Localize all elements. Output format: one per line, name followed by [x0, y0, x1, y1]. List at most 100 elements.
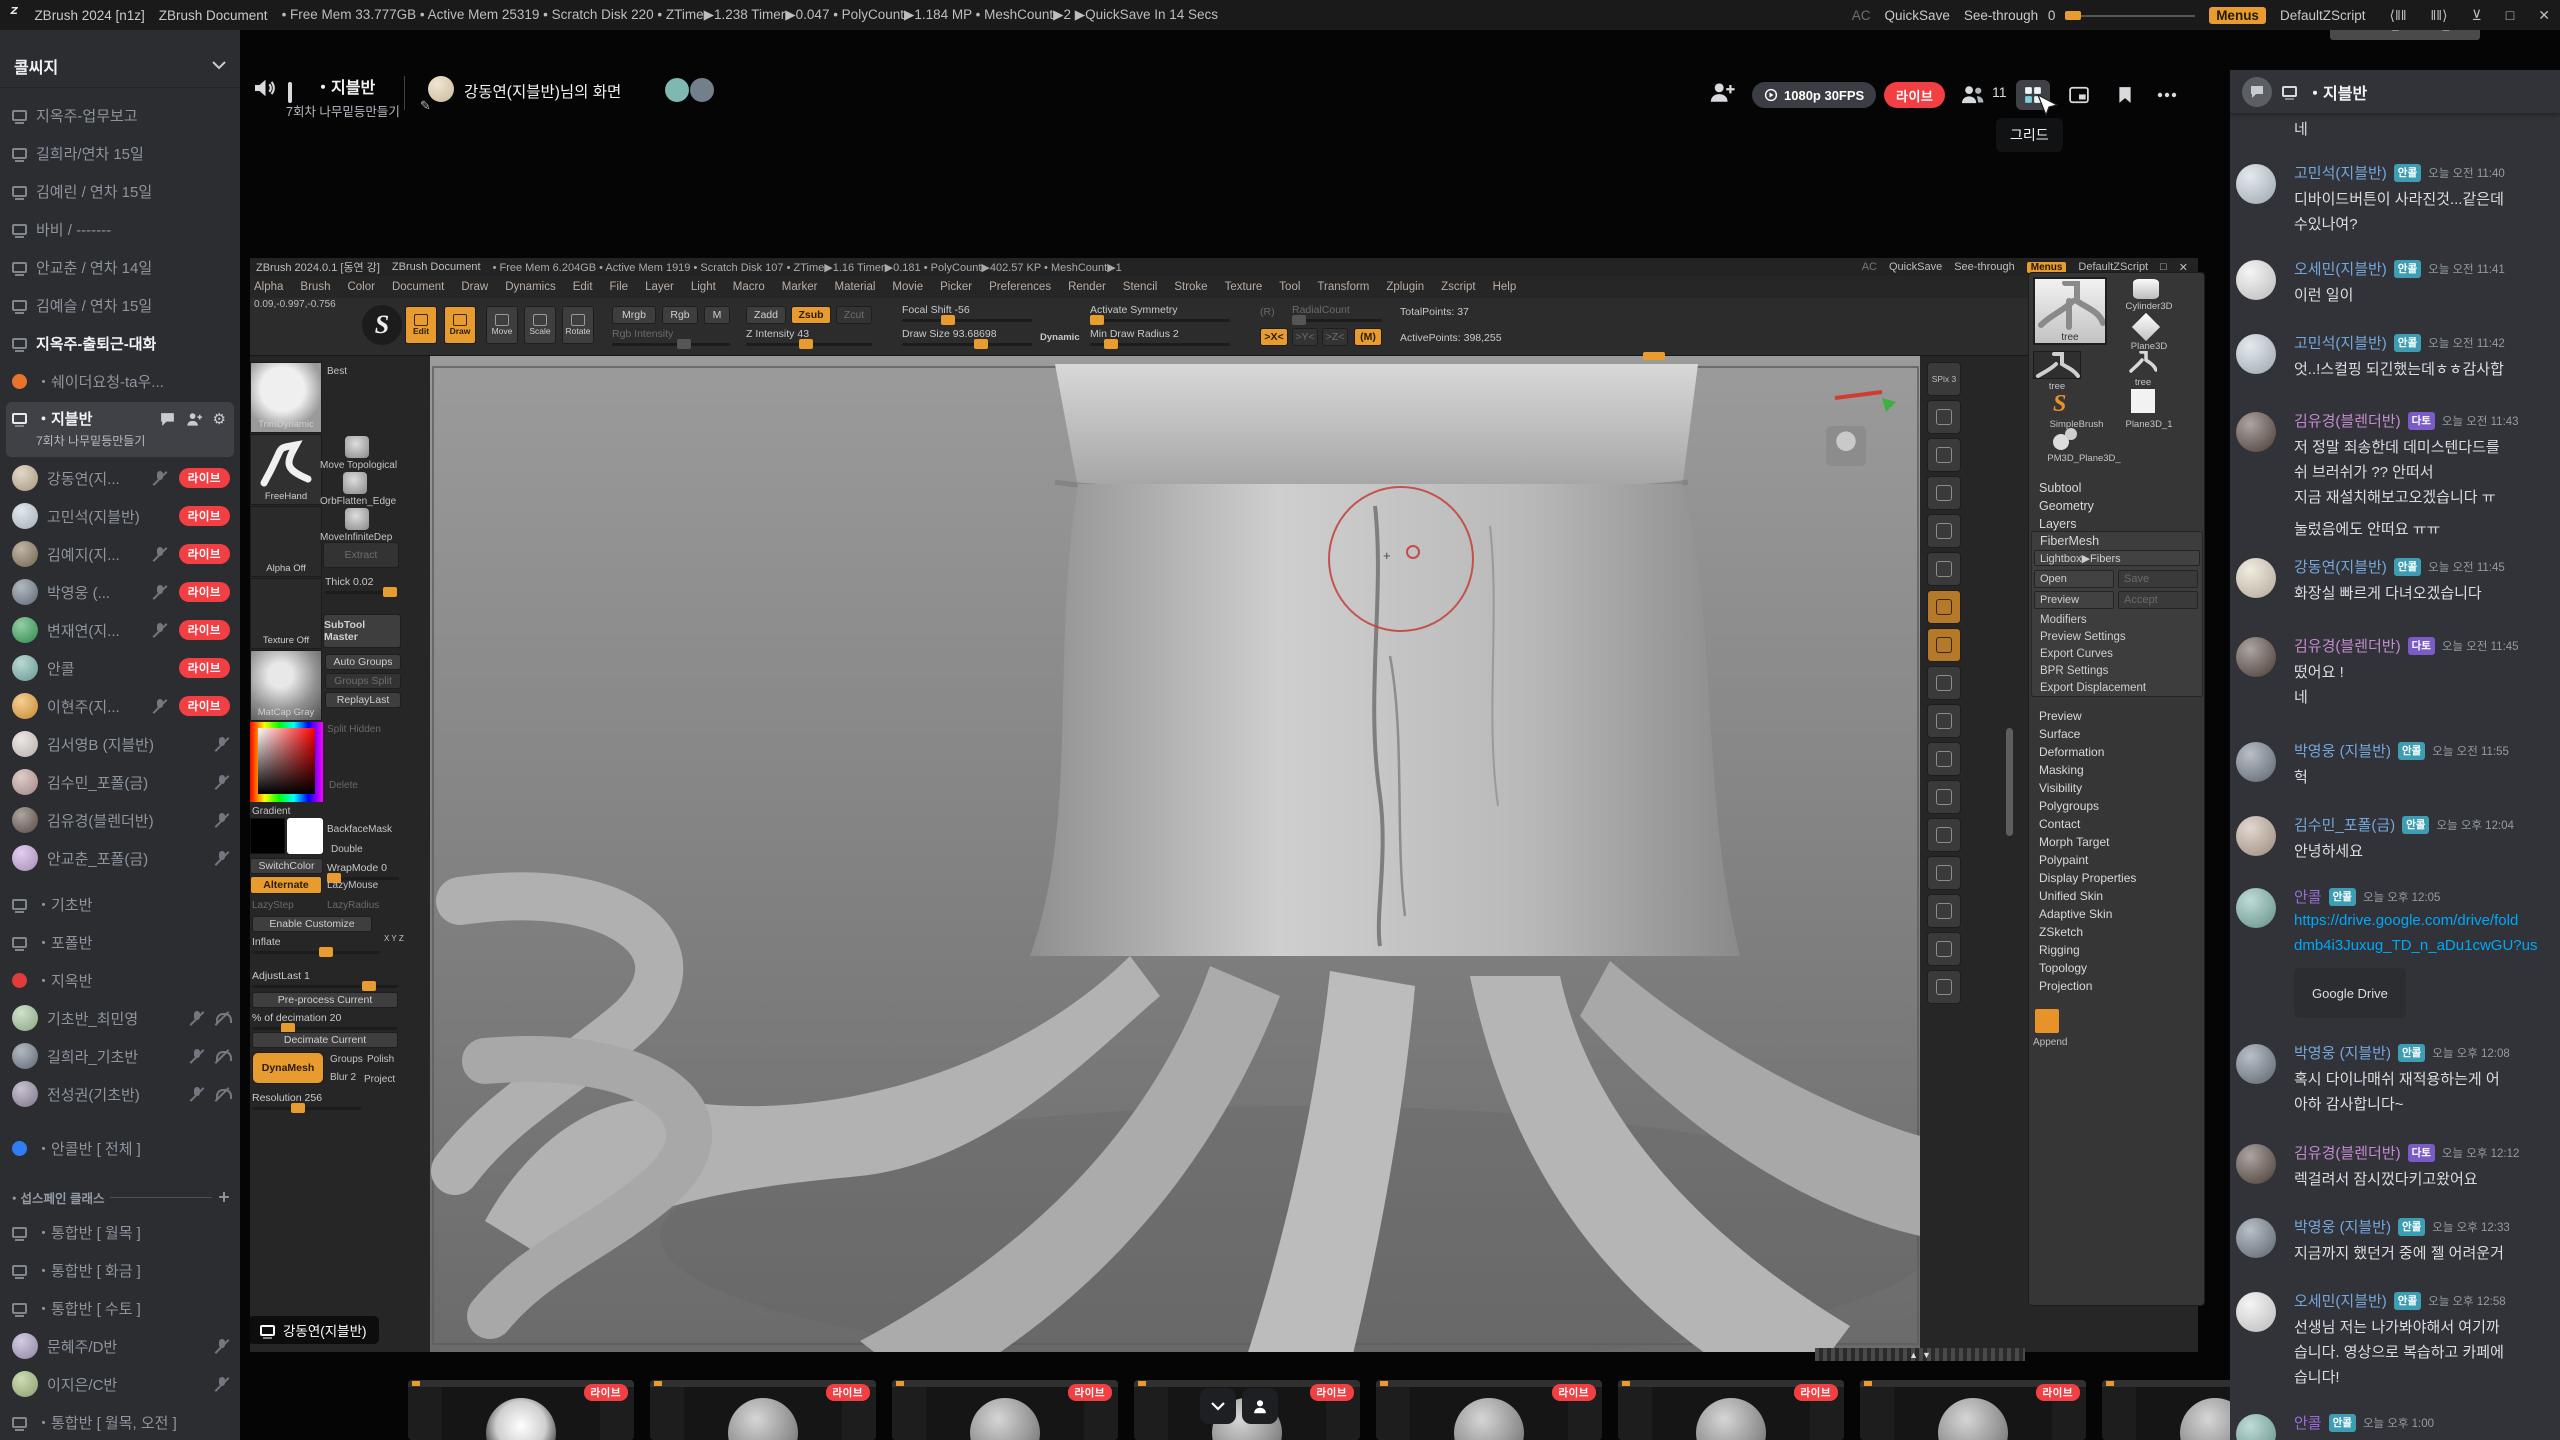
rail-button-10[interactable]	[1927, 742, 1961, 776]
message-author[interactable]: 안콜	[2294, 1412, 2322, 1433]
sidebar-member[interactable]: 길희라_기초반	[0, 1037, 240, 1075]
sidebar-channel[interactable]: ・통합반 [ 수토 ]	[0, 1289, 240, 1327]
sidebar-channel[interactable]: ・포폴반	[0, 923, 240, 961]
tool-draw-button[interactable]: Draw	[444, 306, 476, 344]
palette-row-rigging[interactable]: Rigging	[2039, 943, 2080, 957]
history-back-icon[interactable]: ⟨‖‖	[2389, 7, 2406, 24]
speaker-icon[interactable]	[252, 76, 276, 100]
sidebar-member[interactable]: 강동연(지...라이브	[0, 459, 240, 497]
symmetry-m-button[interactable]: (M)	[1354, 328, 1382, 346]
polish-button[interactable]: Polish	[367, 1054, 394, 1065]
swatch-main-color[interactable]	[250, 818, 285, 854]
sidebar-category[interactable]: ・섭스페인 클래스	[8, 1185, 230, 1209]
zb-menu-item[interactable]: Texture	[1225, 281, 1263, 293]
zb-menu-item[interactable]: Stencil	[1123, 281, 1158, 293]
fiber-open-button[interactable]: Open	[2034, 570, 2114, 588]
append-label[interactable]: Append	[2033, 1037, 2067, 1048]
message-link[interactable]: https://drive.google.com/drive/fold	[2294, 912, 2518, 929]
sidebar-member[interactable]: 기초반_최민영	[0, 999, 240, 1037]
bookmark-button[interactable]	[2108, 80, 2142, 110]
seethrough-track[interactable]	[2065, 15, 2195, 17]
sidebar-channel[interactable]: ・기초반	[0, 885, 240, 923]
avatar[interactable]	[2236, 1218, 2276, 1258]
participants-button[interactable]	[1242, 1388, 1278, 1424]
brush-move-topological[interactable]	[345, 436, 369, 458]
menus-button[interactable]: Menus	[2209, 7, 2266, 24]
seethrough-slider[interactable]: See-through 0	[1964, 8, 2195, 23]
sidebar-channel[interactable]: ・통합반 [ 월목, 오전 ]	[0, 1403, 240, 1440]
focal-shift-slider[interactable]: Focal Shift -56	[902, 304, 1032, 322]
avatar[interactable]	[2236, 558, 2276, 598]
tool-rotate-button[interactable]: Rotate	[562, 306, 594, 344]
avatar[interactable]	[2236, 742, 2276, 782]
sidebar-member[interactable]: 김유경(블렌더반)	[0, 801, 240, 839]
alpha-thumb[interactable]: Alpha Off	[250, 506, 322, 577]
invite-to-stream-icon[interactable]	[1708, 80, 1736, 104]
zb-menu-item[interactable]: Transform	[1317, 281, 1369, 293]
sidebar-channel[interactable]: 지옥주-출퇴근-대화	[0, 324, 240, 362]
zb-canvas[interactable]: +	[430, 356, 1920, 1352]
tool-thumb-cylinder3d[interactable]	[2133, 279, 2159, 299]
stroke-thumb-freehand[interactable]: FreeHand	[250, 434, 322, 505]
mrgb-button[interactable]: Mrgb	[612, 306, 656, 324]
participant-tile[interactable]: 라이브	[408, 1380, 634, 1440]
sidebar-member[interactable]: 안콜라이브	[0, 649, 240, 687]
participant-tile[interactable]: 라이브	[650, 1380, 876, 1440]
zb-menu-item[interactable]: Macro	[733, 281, 765, 293]
rail-button-1[interactable]	[1927, 400, 1961, 434]
zb-menu-item[interactable]: Render	[1068, 281, 1106, 293]
invite-icon[interactable]	[185, 411, 204, 427]
dynamic-label[interactable]: Dynamic	[1040, 332, 1080, 343]
tool-move-button[interactable]: Move	[486, 306, 518, 344]
rail-button-0[interactable]: SPix 3	[1927, 362, 1961, 396]
avatar[interactable]	[2236, 1292, 2276, 1332]
tool-edit-button[interactable]: Edit	[405, 306, 437, 344]
message-author[interactable]: 김유경(블렌더반)	[2294, 635, 2401, 656]
rgb-button[interactable]: Rgb	[662, 306, 698, 324]
brush-moveinfinite[interactable]	[345, 508, 369, 530]
camera-head-icon[interactable]	[1826, 426, 1866, 466]
fiber-row-0[interactable]: Modifiers	[2040, 614, 2087, 626]
zb-menu-item[interactable]: Brush	[300, 281, 330, 293]
brush-orbflatten[interactable]	[343, 472, 367, 494]
palette-section-layers[interactable]: Layers	[2039, 517, 2077, 531]
palette-row-display-properties[interactable]: Display Properties	[2039, 871, 2136, 885]
zb-menu-item[interactable]: Edit	[573, 281, 593, 293]
zb-menu-item[interactable]: Material	[835, 281, 876, 293]
tool-thumb-simplebrush[interactable]: S	[2053, 391, 2077, 415]
z-intensity-slider[interactable]: Z Intensity 43	[746, 328, 872, 346]
sidebar-member[interactable]: 박영웅 (...라이브	[0, 573, 240, 611]
lazy-mouse-button[interactable]: LazyMouse	[327, 880, 378, 891]
rail-button-12[interactable]	[1927, 818, 1961, 852]
rail-button-11[interactable]	[1927, 780, 1961, 814]
rgb-intensity-slider[interactable]: Rgb Intensity	[612, 328, 730, 346]
zb-menu-item[interactable]: Stroke	[1174, 281, 1207, 293]
sidebar-member[interactable]: 김서영B (지블반)	[0, 725, 240, 763]
adjust-last-slider[interactable]: AdjustLast 1	[252, 970, 398, 988]
restore-icon[interactable]: □	[2506, 7, 2514, 23]
message-author[interactable]: 고민석(지블반)	[2294, 332, 2387, 353]
sidebar-member[interactable]: 전성권(기초반)	[0, 1075, 240, 1113]
canvas-scroll-strip[interactable]: ▲▼	[1815, 1348, 2025, 1361]
sidebar-channel[interactable]: ・지옥반	[0, 961, 240, 999]
inflate-slider[interactable]: Inflate	[252, 936, 380, 954]
resolution-slider[interactable]: Resolution 256	[252, 1092, 362, 1110]
minimize-icon[interactable]: ⊻	[2472, 7, 2482, 24]
rail-button-2[interactable]	[1927, 438, 1961, 472]
palette-row-polygroups[interactable]: Polygroups	[2039, 799, 2099, 813]
palette-section-subtool[interactable]: Subtool	[2039, 481, 2081, 495]
link-embed[interactable]: Google Drive	[2294, 968, 2406, 1018]
message-author[interactable]: 김수민_포폴(금)	[2294, 814, 2395, 835]
rail-button-6[interactable]	[1927, 590, 1961, 624]
sidebar-member[interactable]: 변재연(지...라이브	[0, 611, 240, 649]
render-best-label[interactable]: Best	[327, 366, 347, 377]
avatar[interactable]	[2236, 1044, 2276, 1084]
palette-row-contact[interactable]: Contact	[2039, 817, 2080, 831]
zb-menu-item[interactable]: Light	[691, 281, 716, 293]
palette-row-visibility[interactable]: Visibility	[2039, 781, 2082, 795]
message-author[interactable]: 오세민(지블반)	[2294, 1290, 2387, 1311]
auto-groups-button[interactable]: Auto Groups	[325, 654, 401, 670]
fiber-accept-button[interactable]: Accept	[2118, 591, 2198, 609]
zb-ac-button[interactable]: AC	[1862, 261, 1877, 273]
sidebar-channel[interactable]: 길희라/연차 15일	[0, 134, 240, 172]
